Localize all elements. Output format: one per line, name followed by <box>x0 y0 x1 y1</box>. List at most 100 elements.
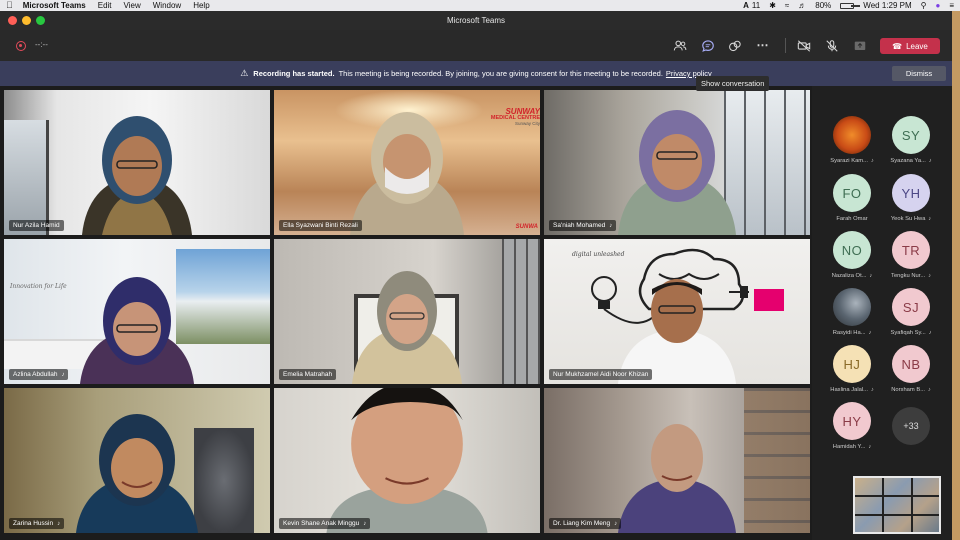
muted-mic-icon: ♪ <box>363 520 367 527</box>
video-tile[interactable]: Emelia Matrahah <box>274 239 540 384</box>
more-participants-button[interactable]: +33 <box>892 407 930 445</box>
datetime[interactable]: Wed 1:29 PM <box>863 1 911 10</box>
roster-name: Syazana Ya... <box>890 158 926 164</box>
volume-icon[interactable]: ♬ <box>798 1 806 10</box>
toolbar-divider <box>785 38 786 53</box>
siri-icon[interactable]: ● <box>935 1 940 10</box>
show-conversation-tooltip: Show conversation <box>696 76 770 91</box>
participant-video <box>618 424 736 533</box>
bluetooth-icon[interactable]: ✱ <box>769 1 776 10</box>
app-menu[interactable]: Microsoft Teams <box>23 0 86 11</box>
participant-name-tag: Nur Azila Hamid <box>9 220 64 231</box>
roster-name: Norsham B... <box>891 387 926 393</box>
window-title: Microsoft Teams <box>446 16 506 25</box>
muted-mic-icon: ♪ <box>870 158 874 164</box>
roster-participant[interactable]: HJ Haslina Jalal... ♪ <box>822 345 882 401</box>
input-source-indicator[interactable]: A <box>743 1 749 10</box>
camera-toggle-button[interactable] <box>795 37 813 54</box>
roster-participant[interactable]: NO Nazaliza Ot... ♪ <box>822 231 882 287</box>
muted-mic-icon: ♪ <box>609 222 613 229</box>
participant-name-tag: Sa'niah Mohamed ♪ <box>549 220 617 231</box>
share-content-button[interactable] <box>851 37 869 54</box>
participant-name: Sa'niah Mohamed <box>553 222 606 229</box>
reactions-button[interactable] <box>726 37 744 54</box>
participant-name: Nur Azila Hamid <box>13 222 60 229</box>
hang-up-icon: ☎ <box>892 41 903 51</box>
room-decor <box>194 428 254 533</box>
leave-button[interactable]: ☎ Leave <box>880 38 940 54</box>
leave-label: Leave <box>906 41 928 51</box>
roster-participant[interactable]: HY Hamidah Y... ♪ <box>822 402 882 458</box>
participant-name: Ella Syazwani Binti Rezali <box>283 222 358 229</box>
roster-participant[interactable]: YH Yeok Su Hwa ♪ <box>881 174 941 230</box>
avatar: HY <box>833 402 871 440</box>
video-tile[interactable]: Kevin Shane Anak Minggu ♪ <box>274 388 540 533</box>
avatar: SJ <box>892 288 930 326</box>
video-tile[interactable]: Zarina Hussin ♪ <box>4 388 270 533</box>
chat-icon <box>702 40 714 52</box>
video-tile[interactable]: Sa'niah Mohamed ♪ <box>544 90 810 235</box>
more-actions-button[interactable]: ⋯ <box>754 37 772 54</box>
roster-participant[interactable]: Rasyidi Ha... ♪ <box>822 288 882 344</box>
roster-name: Haslina Jalal... <box>830 387 868 393</box>
title-bar: Microsoft Teams <box>0 11 952 30</box>
menu-edit[interactable]: Edit <box>98 0 112 11</box>
zoom-window-button[interactable] <box>36 16 45 25</box>
video-tile[interactable]: Innovation for Life Azlina Abdullah ♪ <box>4 239 270 384</box>
menu-window[interactable]: Window <box>153 0 181 11</box>
meeting-timer: --:-- <box>35 40 48 49</box>
muted-mic-icon: ♪ <box>928 158 932 164</box>
warning-icon: ⚠ <box>240 68 249 78</box>
roster-name: Tengku Nur... <box>891 273 926 279</box>
participant-video <box>352 271 462 384</box>
participant-video <box>350 112 464 235</box>
control-center-icon[interactable]: ≡ <box>949 1 954 10</box>
show-conversation-button[interactable] <box>699 37 717 54</box>
roster-name: Farah Omar <box>836 216 868 222</box>
minimize-window-button[interactable] <box>22 16 31 25</box>
roster-participant[interactable]: NB Norsham B... ♪ <box>881 345 941 401</box>
dismiss-button[interactable]: Dismiss <box>892 66 946 81</box>
participant-name: Emelia Matrahah <box>283 371 333 378</box>
mac-menu-bar:  Microsoft Teams Edit View Window Help … <box>0 0 960 11</box>
roster-participant[interactable]: SJ Syafiqah Sy... ♪ <box>881 288 941 344</box>
avatar: HJ <box>833 345 871 383</box>
roster-participant[interactable]: Syarazi Kam... ♪ <box>822 116 882 172</box>
avatar-photo <box>833 116 871 154</box>
participant-name-tag: Dr. Liang Kim Meng ♪ <box>549 518 622 529</box>
roster-name: Rasyidi Ha... <box>832 330 866 336</box>
apple-menu-icon[interactable]:  <box>6 0 13 11</box>
roster-participant[interactable]: FO Farah Omar <box>822 174 882 230</box>
video-tile-speaking[interactable]: digital unleashed Nur Mukhzamel Aidi Noo… <box>544 239 810 384</box>
video-tile[interactable]: Nur Azila Hamid <box>4 90 270 235</box>
muted-mic-icon: ♪ <box>869 273 873 279</box>
participant-video <box>326 388 488 533</box>
battery-icon[interactable] <box>840 2 861 9</box>
roster-participant[interactable]: TR Tengku Nur... ♪ <box>881 231 941 287</box>
spotlight-icon[interactable]: ⚲ <box>921 1 927 10</box>
roster-name: Hamidah Y... <box>832 444 866 450</box>
participant-name-tag: Zarina Hussin ♪ <box>9 518 65 529</box>
video-tile[interactable]: Dr. Liang Kim Meng ♪ <box>544 388 810 533</box>
battery-percent[interactable]: 80% <box>815 1 831 10</box>
avatar-photo <box>833 288 871 326</box>
participant-video <box>618 110 736 235</box>
show-participants-button[interactable] <box>671 37 689 54</box>
muted-mic-icon: ♪ <box>928 216 932 222</box>
status-area: A 11 ✱ ≈ ♬ 80% Wed 1:29 PM ⚲ ● ≡ <box>734 1 954 10</box>
menu-help[interactable]: Help <box>193 0 209 11</box>
notification-count[interactable]: 11 <box>752 1 760 10</box>
avatar: SY <box>892 116 930 154</box>
camera-off-icon <box>797 40 811 52</box>
roster-participant[interactable]: SY Syazana Ya... ♪ <box>881 116 941 172</box>
avatar: NB <box>892 345 930 383</box>
close-window-button[interactable] <box>8 16 17 25</box>
reactions-icon <box>729 40 741 52</box>
wifi-icon[interactable]: ≈ <box>785 1 789 10</box>
participant-name: Dr. Liang Kim Meng <box>553 520 611 527</box>
menu-view[interactable]: View <box>124 0 141 11</box>
video-tile[interactable]: SUNWAY MEDICAL CENTRE Sunway City SUNWA … <box>274 90 540 235</box>
mic-toggle-button[interactable] <box>823 37 841 54</box>
muted-mic-icon: ♪ <box>868 330 872 336</box>
self-view-thumbnail[interactable] <box>853 476 941 534</box>
